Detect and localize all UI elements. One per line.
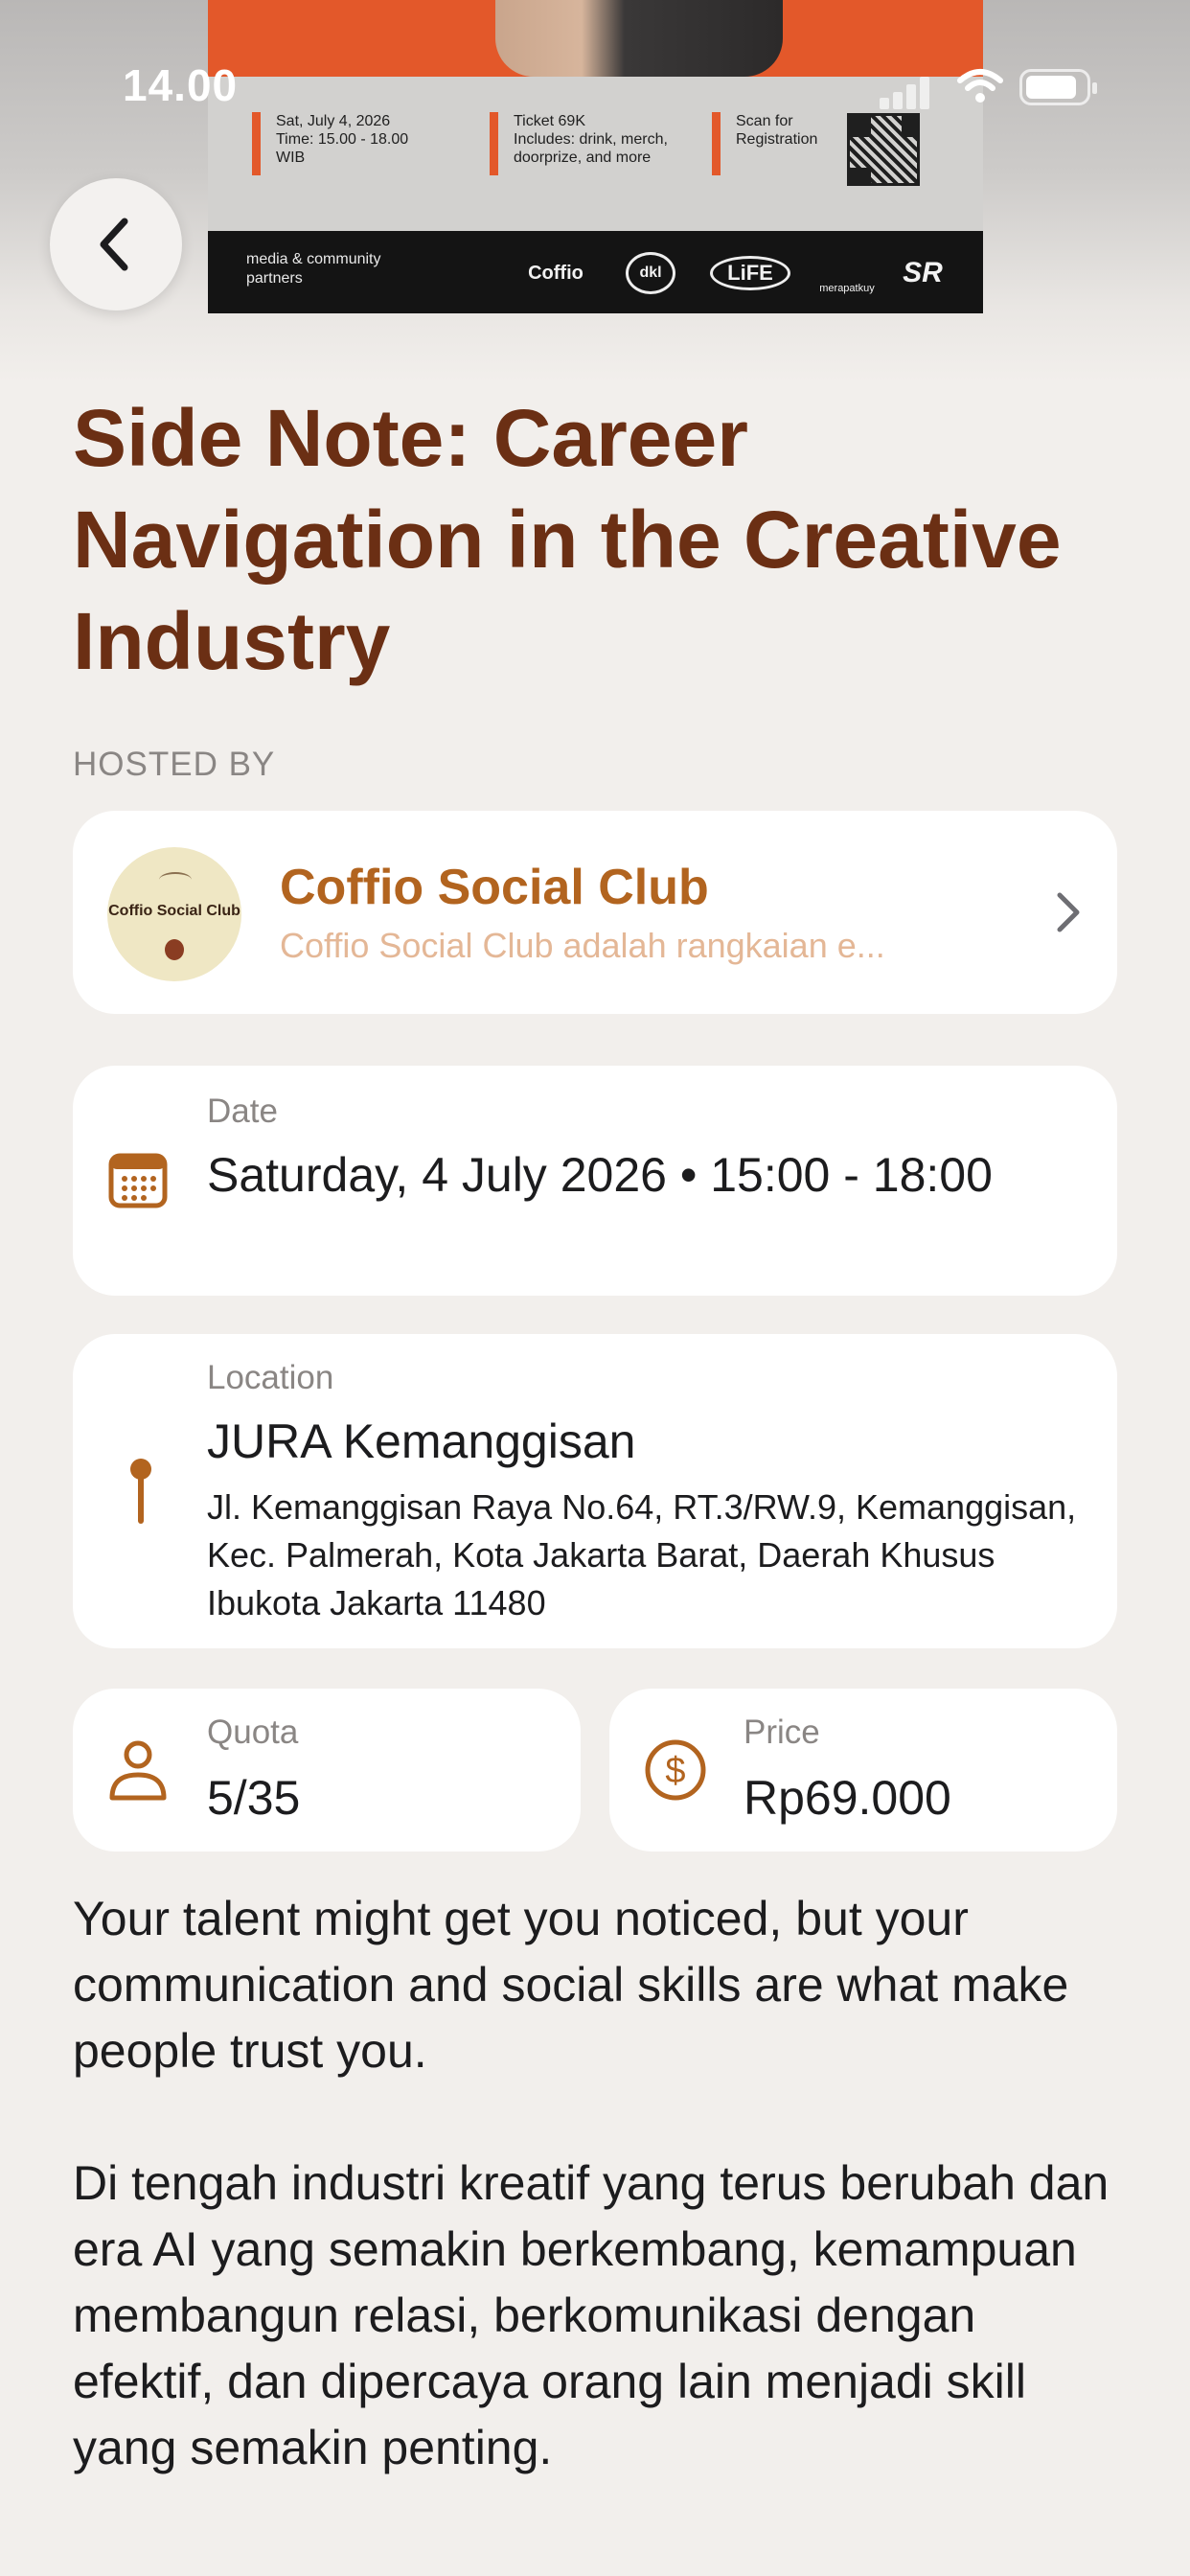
- quota-label: Quota: [207, 1714, 299, 1751]
- chevron-right-icon: [1057, 892, 1080, 932]
- price-value: Rp69.000: [744, 1771, 951, 1825]
- partner-logo-coffio: Coffio: [513, 252, 599, 294]
- hosted-by-label: HOSTED BY: [73, 746, 276, 783]
- status-bar-time: 14.00: [123, 60, 239, 110]
- calendar-icon: [108, 1153, 168, 1208]
- partner-text: dkl: [639, 264, 662, 281]
- poster-info-strip: Sat, July 4, 2026 Time: 15.00 - 18.00 WI…: [208, 77, 983, 231]
- status-bar-icons: [880, 67, 1100, 109]
- signal-icon: [920, 77, 929, 109]
- partner-logo-life: LiFE: [710, 256, 790, 290]
- price-label: Price: [744, 1714, 820, 1751]
- poster-text: Time: 15.00 - 18.00: [276, 131, 409, 148]
- date-value: Saturday, 4 July 2026 • 15:00 - 18:00: [207, 1148, 993, 1202]
- back-button[interactable]: [50, 178, 182, 310]
- description-paragraph: Di tengah industri kreatif yang terus be…: [73, 2156, 1110, 2474]
- partner-text: SR: [903, 257, 943, 288]
- host-description: Coffio Social Club adalah rangkaian e...: [280, 926, 885, 965]
- poster-info-registration: Scan for Registration: [712, 112, 817, 175]
- partners-label: media & community partners: [246, 251, 381, 287]
- price-card: $ Price Rp69.000: [609, 1689, 1117, 1852]
- poster-speaker-photo: [495, 0, 783, 77]
- description-paragraph: Your talent might get you noticed, but y…: [73, 1892, 1069, 2078]
- quota-value: 5/35: [207, 1771, 301, 1825]
- svg-text:$: $: [665, 1751, 685, 1791]
- location-card[interactable]: Location JURA Kemanggisan Jl. Kemanggisa…: [73, 1334, 1117, 1648]
- host-logo-text: Coffio Social Club: [108, 903, 240, 919]
- event-description: Your talent might get you noticed, but y…: [73, 1886, 1127, 2547]
- partner-logo-sr: SR: [894, 252, 951, 294]
- host-name: Coffio Social Club: [280, 860, 709, 915]
- coffee-bean-icon: [165, 939, 184, 960]
- event-poster-image: Sat, July 4, 2026 Time: 15.00 - 18.00 WI…: [208, 0, 983, 313]
- partner-text: merapatkuy: [819, 283, 875, 294]
- event-title: Side Note: Career Navigation in the Crea…: [73, 393, 1062, 686]
- poster-text: doorprize, and more: [514, 150, 652, 166]
- signal-icon: [880, 98, 889, 109]
- location-label: Location: [207, 1359, 334, 1396]
- location-pin-icon: [130, 1459, 151, 1524]
- host-avatar: Coffio Social Club: [107, 847, 241, 981]
- person-icon: [109, 1740, 167, 1801]
- partner-logo-merapatkuy: merapatkuy: [813, 252, 881, 294]
- poster-partners-strip: media & community partners Coffio dkl Li…: [208, 231, 983, 313]
- poster-text: Sat, July 4, 2026: [276, 113, 391, 129]
- signal-icon: [906, 84, 916, 109]
- poster-info-date: Sat, July 4, 2026 Time: 15.00 - 18.00 WI…: [252, 112, 408, 175]
- poster-text: Ticket 69K: [514, 113, 585, 129]
- poster-text: Registration: [736, 131, 818, 148]
- quota-card: Quota 5/35: [73, 1689, 581, 1852]
- signal-icon: [893, 92, 903, 109]
- dollar-circle-icon: $: [645, 1739, 706, 1801]
- poster-info-ticket: Ticket 69K Includes: drink, merch, doorp…: [490, 112, 668, 175]
- poster-text: WIB: [276, 150, 306, 166]
- wifi-icon: [957, 69, 1003, 103]
- partner-text: Coffio: [528, 262, 584, 284]
- location-name: JURA Kemanggisan: [207, 1414, 636, 1468]
- qr-code-icon: [847, 113, 920, 186]
- location-address: Jl. Kemanggisan Raya No.64, RT.3/RW.9, K…: [207, 1487, 1077, 1622]
- poster-text: Scan for: [736, 113, 793, 129]
- partner-logo-dkl: dkl: [626, 252, 675, 294]
- battery-icon: [1019, 69, 1097, 105]
- chevron-left-icon: [100, 218, 128, 271]
- poster-text: Includes: drink, merch,: [514, 131, 668, 148]
- partner-text: LiFE: [727, 261, 773, 285]
- date-label: Date: [207, 1092, 278, 1130]
- host-card[interactable]: Coffio Social Club Coffio Social Club Co…: [73, 811, 1117, 1014]
- logo-decoration: [159, 872, 192, 887]
- event-banner: Sat, July 4, 2026 Time: 15.00 - 18.00 WI…: [0, 0, 1190, 383]
- date-card: Date Saturday, 4 July 2026 • 15:00 - 18:…: [73, 1066, 1117, 1296]
